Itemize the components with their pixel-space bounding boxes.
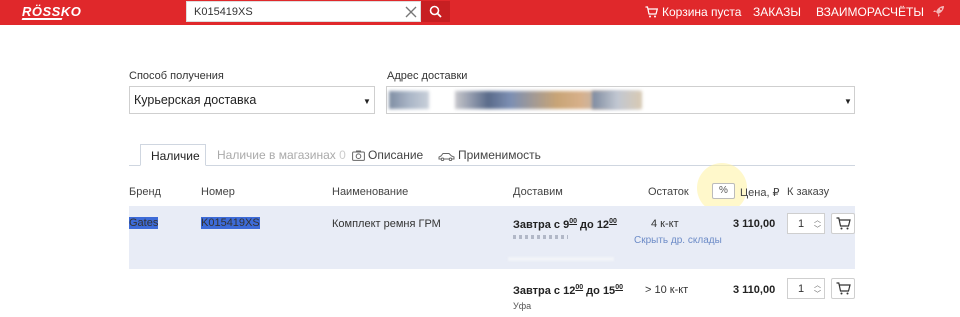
clear-icon[interactable] [404,5,418,19]
cart-icon [836,217,851,230]
hide-other-warehouses-link[interactable]: Скрыть др. склады [634,235,722,246]
part-number-cell[interactable]: K015419XS [201,217,260,229]
chevron-down-icon[interactable]: ﹀ [814,224,821,234]
chevron-down-icon[interactable]: ﹀ [814,289,821,299]
stock-cell: > 10 к-кт [645,284,689,296]
stock-cell: 4 к-кт [651,218,679,230]
quantity-value: 1 [798,283,805,295]
price-cell: 3 110,00 [733,284,776,296]
delivery-time-end-minutes: 00 [615,284,623,291]
column-header-name: Наименование [332,186,409,198]
delivery-time-end: до 15 [583,285,616,297]
column-header-deliver: Доставим [513,186,563,198]
delivery-time-start: Завтра с 12 [513,285,576,297]
price-cell: 3 110,00 [733,218,776,230]
rocket-icon[interactable] [931,4,946,19]
search-box [186,1,421,22]
search-input[interactable] [187,2,397,21]
quantity-value: 1 [798,218,805,230]
tab-in-stores-label: Наличие в магазинах [217,148,336,162]
nav-settlements[interactable]: ВЗАИМОРАСЧЁТЫ [816,5,924,19]
cart-link[interactable]: Корзина пуста [645,5,741,19]
dropdown-arrow-icon: ▼ [363,97,371,106]
brand-cell[interactable]: Gates [129,217,159,229]
delivery-address-select[interactable]: ▼ [386,86,855,114]
delivery-city: Уфа [513,301,532,311]
dropdown-arrow-icon: ▼ [844,97,852,106]
tab-applicability[interactable]: Применимость [438,148,541,162]
add-to-cart-button[interactable] [831,213,855,234]
quantity-stepper[interactable]: 1 ︿ ﹀ [787,278,825,299]
tab-description-label: Описание [368,148,424,162]
delivery-time-start-minutes: 00 [569,218,577,225]
logo[interactable]: RÖSSKO [22,4,81,19]
logo-underline [21,18,63,20]
add-to-cart-button[interactable] [831,278,855,299]
tabs-underline [129,165,855,166]
delivery-method-value: Курьерская доставка [134,93,257,107]
delivery-time-end-minutes: 00 [609,218,617,225]
nav-orders[interactable]: ЗАКАЗЫ [753,5,801,19]
tab-in-stock-label: Наличие [151,149,200,163]
search-button[interactable] [421,1,450,22]
cart-label: Корзина пуста [662,5,742,19]
delivery-time-start: Завтра с 9 [513,219,570,231]
delivery-time-cell: Завтра с 900 до 1200 [513,218,617,231]
search-icon [429,5,442,18]
tab-in-stores[interactable]: Наличие в магазинах 0 [217,148,346,162]
quantity-stepper[interactable]: 1 ︿ ﹀ [787,213,825,234]
column-header-number: Номер [201,186,235,198]
car-icon [438,153,455,162]
cart-icon [836,282,851,295]
tab-in-stores-count: 0 [339,148,346,162]
column-header-price: Цена, ₽ [740,187,780,199]
tab-applicability-label: Применимость [458,148,541,162]
delivery-time-start-minutes: 00 [575,284,584,291]
column-header-order: К заказу [787,186,830,198]
percent-toggle-button[interactable]: % [712,183,735,199]
column-header-stock: Остаток [648,186,689,198]
delivery-time-cell: Завтра с 1200 до 1500 [513,284,623,297]
delivery-city-redacted [513,235,568,239]
delivery-time-end: до 12 [577,219,610,231]
tab-description[interactable]: Описание [352,148,423,162]
delivery-method-label: Способ получения [129,70,224,82]
column-header-brand: Бренд [129,186,161,198]
cart-icon [645,6,659,18]
table-row[interactable] [129,206,855,269]
part-name-cell[interactable]: Комплект ремня ГРМ [332,218,441,230]
delivery-address-label: Адрес доставки [387,70,468,82]
top-header-bar: RÖSSKO Корзина пуста ЗАКАЗЫ ВЗАИМОРАСЧЁТ… [0,0,960,25]
tab-in-stock[interactable]: Наличие [140,144,206,166]
row-separator-redacted [508,257,614,261]
camera-icon [352,150,365,161]
delivery-method-select[interactable]: Курьерская доставка ▼ [129,86,375,114]
